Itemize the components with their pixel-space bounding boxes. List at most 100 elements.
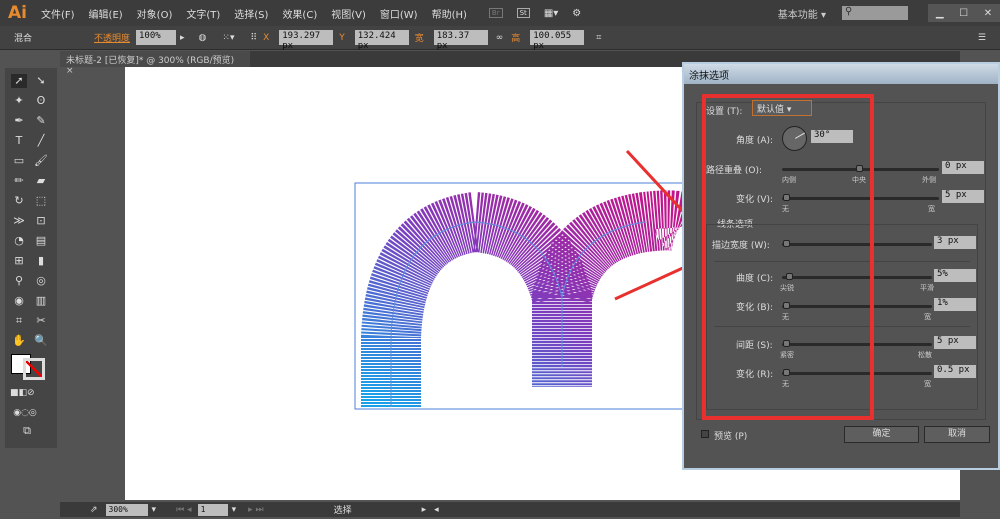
menu-edit[interactable]: 编辑(E) (89, 6, 123, 21)
tick-smooth: 平滑 (920, 284, 934, 292)
reference-point-icon[interactable]: ⠿ (250, 33, 257, 43)
draw-mode-icons[interactable]: ◉◌◎ (10, 406, 40, 420)
zoom-input[interactable]: 300% (105, 503, 148, 516)
zoom-dropdown-icon[interactable]: ▾ (152, 505, 157, 515)
type-tool-icon[interactable]: T (11, 134, 27, 148)
spacing-input[interactable]: 5 px (934, 336, 976, 349)
minimize-button[interactable]: ▁ (936, 8, 944, 19)
menu-file[interactable]: 文件(F) (41, 6, 75, 21)
maximize-button[interactable]: ☐ (959, 8, 968, 19)
slice-tool-icon[interactable]: ✂ (33, 314, 49, 328)
page-input[interactable]: 1 (197, 503, 228, 516)
menu-object[interactable]: 对象(O) (137, 6, 173, 21)
hand-tool-icon[interactable]: ✋ (11, 334, 27, 348)
ok-button[interactable]: 确定 (844, 426, 919, 443)
w-label: 宽 (414, 34, 424, 44)
sync-icon[interactable]: ⚙ (572, 8, 581, 19)
brush-tool-icon[interactable]: 🖌 (33, 154, 49, 168)
menu-help[interactable]: 帮助(H) (432, 6, 467, 21)
transform-icon[interactable]: ⌗ (596, 33, 601, 43)
rectangle-tool-icon[interactable]: ▭ (11, 154, 27, 168)
recolor-icon[interactable]: ◍ (199, 33, 207, 43)
current-tool-status[interactable]: 选择 (334, 503, 352, 516)
direct-selection-tool-icon[interactable]: ➘ (33, 74, 49, 88)
x-label: X (263, 32, 270, 43)
variation-v-input[interactable]: 5 px (942, 190, 984, 203)
arrange-icon[interactable]: ▦▾ (544, 8, 558, 19)
shape-builder-icon[interactable]: ◔ (11, 234, 27, 248)
color-mode-icons[interactable]: ■◧⊘ (10, 386, 35, 400)
curviness-input[interactable]: 5% (934, 269, 976, 282)
document-tab[interactable]: 未标题-2 [已恢复]* @ 300% (RGB/预览) × (60, 51, 250, 76)
panel-menu-icon[interactable]: ☰ (978, 33, 986, 43)
x-input[interactable]: 193.297 px (279, 30, 334, 51)
workspace-switcher[interactable]: 基本功能 ▾ (778, 6, 826, 21)
eyedropper-icon[interactable]: ⚲ (11, 274, 27, 288)
scale-tool-icon[interactable]: ⬚ (33, 194, 49, 208)
scribble-options-dialog: 涂抹选项 设置 (T): 默认值 ▾ 角度 (A): 30° 路径重叠 (O):… (682, 62, 1000, 470)
link-icon[interactable]: ∞ (496, 33, 504, 43)
opacity-label[interactable]: 不透明度 (94, 31, 130, 44)
variation-r-input[interactable]: 0.5 px (934, 365, 976, 378)
toolbox: ➚ ➘ ✦ ʘ ✒ ✎ T ╱ ▭ 🖌 ✏ ▰ ↻ ⬚ ≫ ⊡ ◔ ▤ ⊞ ▮ … (5, 68, 57, 448)
opacity-arrow-icon[interactable]: ▸ (180, 33, 185, 43)
close-button[interactable]: ✕ (984, 8, 992, 19)
bridge-button[interactable]: Br (488, 8, 503, 18)
line-tool-icon[interactable]: ╱ (33, 134, 49, 148)
stock-button[interactable]: St (516, 8, 530, 18)
y-input[interactable]: 132.424 px (354, 30, 409, 51)
stroke-width-input[interactable]: 3 px (934, 236, 976, 249)
mesh-tool-icon[interactable]: ⊞ (11, 254, 27, 268)
symbol-sprayer-icon[interactable]: ◉ (11, 294, 27, 308)
red-arrow (614, 265, 686, 301)
lasso-icon[interactable]: ʘ (33, 94, 49, 108)
pencil-tool-icon[interactable]: ✏ (11, 174, 27, 188)
selection-tool-icon[interactable]: ➚ (11, 74, 27, 88)
menu-bar: Ai 文件(F) 编辑(E) 对象(O) 文字(T) 选择(S) 效果(C) 视… (0, 0, 1000, 26)
h-input[interactable]: 100.055 px (530, 30, 585, 51)
menu-window[interactable]: 窗口(W) (380, 6, 418, 21)
menu-select[interactable]: 选择(S) (234, 6, 268, 21)
preview-label: 预览 (P) (714, 432, 748, 442)
graph-tool-icon[interactable]: ▥ (33, 294, 49, 308)
menu-type[interactable]: 文字(T) (186, 6, 220, 21)
screen-mode-icon[interactable]: ⧉ (19, 424, 35, 438)
mode-label: 混合 (14, 34, 33, 44)
stroke-swatch[interactable] (23, 358, 45, 380)
page-dropdown-icon[interactable]: ▾ (232, 505, 237, 515)
tick-wide: 宽 (924, 313, 931, 321)
preview-checkbox[interactable] (701, 430, 709, 438)
status-arrow-icon[interactable]: ▸ (422, 505, 427, 515)
menu-effect[interactable]: 效果(C) (282, 6, 317, 21)
free-transform-icon[interactable]: ⊡ (33, 214, 49, 228)
perspective-icon[interactable]: ▤ (33, 234, 49, 248)
gradient-tool-icon[interactable]: ▮ (33, 254, 49, 268)
menu-view[interactable]: 视图(V) (331, 6, 366, 21)
document-tab-label: 未标题-2 [已恢复]* @ 300% (RGB/预览) (66, 56, 235, 66)
width-tool-icon[interactable]: ≫ (11, 214, 27, 228)
opacity-input[interactable]: 100% (136, 30, 177, 45)
magic-wand-icon[interactable]: ✦ (11, 94, 27, 108)
align-icon[interactable]: ⁙▾ (222, 33, 234, 43)
zoom-tool-icon[interactable]: 🔍 (33, 334, 49, 348)
export-icon[interactable]: ⇗ (90, 505, 98, 515)
scroll-left-icon[interactable]: ◂ (434, 505, 439, 515)
blend-tool-icon[interactable]: ◎ (33, 274, 49, 288)
variation-b-input[interactable]: 1% (934, 298, 976, 311)
status-bar: ⇗ 300% ▾ ⏮ ◂ 1 ▾ ▸ ⏭ 选择 ▸ ◂ (60, 502, 960, 517)
tick-wide: 宽 (928, 205, 935, 213)
overlap-input[interactable]: 0 px (942, 161, 984, 174)
rotate-tool-icon[interactable]: ↻ (11, 194, 27, 208)
search-icon: ⚲ (845, 6, 853, 17)
eraser-tool-icon[interactable]: ▰ (33, 174, 49, 188)
w-input[interactable]: 183.37 px (433, 30, 488, 51)
y-label: Y (339, 32, 345, 43)
close-tab-icon[interactable]: × (66, 66, 74, 76)
artboard-tool-icon[interactable]: ⌗ (11, 314, 27, 328)
pen-tool-icon[interactable]: ✒ (11, 114, 27, 128)
tick-wide: 宽 (924, 380, 931, 388)
curvature-icon[interactable]: ✎ (33, 114, 49, 128)
search-input[interactable]: ⚲ (842, 6, 908, 20)
cancel-button[interactable]: 取消 (924, 426, 990, 443)
scribble-path (361, 190, 715, 407)
